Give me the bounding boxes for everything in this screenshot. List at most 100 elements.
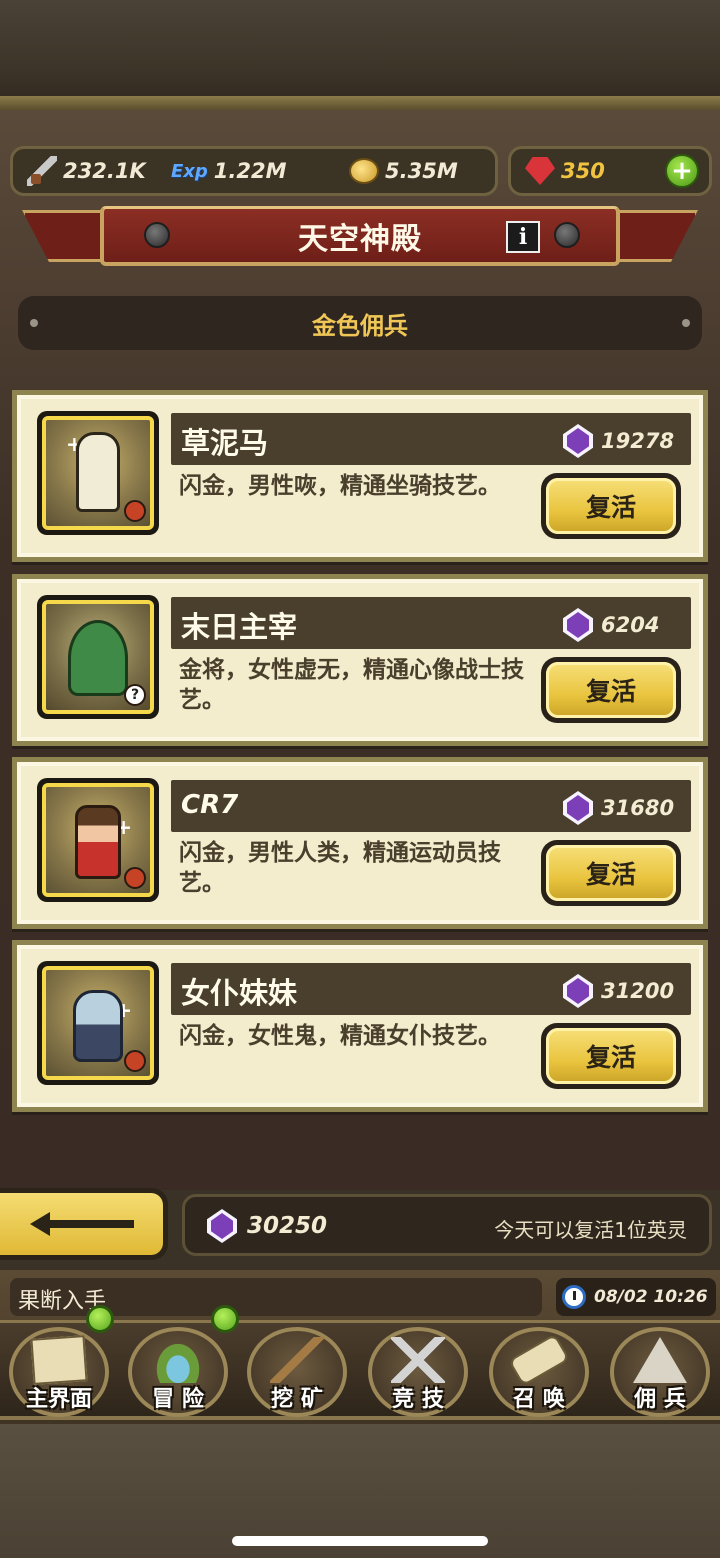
pickaxe-icon — [270, 1337, 324, 1383]
hero-avatar[interactable]: + — [37, 778, 159, 902]
cost-value: 31680 — [601, 796, 675, 820]
section-header: 金色佣兵 — [18, 296, 702, 350]
revive-button[interactable]: 复活 — [541, 1023, 681, 1089]
gold-value: 5.35M — [385, 159, 458, 183]
notification-dot — [86, 1305, 114, 1333]
gem-icon — [207, 1209, 237, 1243]
class-badge-icon — [124, 500, 146, 522]
section-title: 金色佣兵 — [312, 311, 408, 340]
nav-summon[interactable]: 召 唤 — [482, 1327, 596, 1417]
gem-balance-bar: 30250 今天可以复活1位英灵 — [182, 1194, 712, 1256]
dot-icon — [30, 319, 38, 327]
cost-value: 19278 — [601, 429, 675, 453]
revive-cost: 19278 — [563, 424, 681, 458]
nav-arena[interactable]: 竞 技 — [361, 1327, 475, 1417]
map-icon — [30, 1335, 88, 1385]
map-background — [0, 0, 720, 110]
gem-balance: 30250 — [207, 1209, 327, 1243]
nav-home[interactable]: 主界面 — [2, 1305, 116, 1417]
hero-avatar[interactable]: + — [37, 411, 159, 535]
revive-cost: 31200 — [563, 974, 681, 1008]
hero-name: 女仆妹妹 — [181, 976, 298, 1010]
exp-stat: Exp 1.22M — [171, 159, 287, 183]
cost-value: 6204 — [601, 613, 660, 637]
sword-icon — [27, 156, 57, 186]
revive-button-label: 复活 — [546, 845, 676, 901]
info-button[interactable]: i — [506, 221, 540, 253]
hero-card: + 女仆妹妹 31200 闪金，女性鬼，精通女仆技艺。 复活 — [12, 940, 708, 1112]
hero-description: 闪金，男性咴，精通坐骑技艺。 — [179, 473, 501, 499]
nav-label: 冒 险 — [152, 1387, 204, 1412]
revive-cost: 6204 — [563, 608, 681, 642]
clock-time: 08/02 10:26 — [594, 1287, 708, 1307]
cost-value: 31200 — [601, 979, 675, 1003]
revive-button-label: 复活 — [546, 478, 676, 534]
hero-card: ? 末日主宰 6204 金将，女性虚无，精通心像战士技艺。 复活 — [12, 574, 708, 746]
gem-icon — [563, 608, 593, 642]
exp-value: 1.22M — [213, 159, 287, 183]
maid-portrait — [73, 990, 123, 1062]
hero-name-bar: 草泥马 19278 — [171, 413, 691, 465]
cr7-portrait — [75, 805, 121, 879]
bolt-icon — [144, 222, 170, 248]
hero-avatar[interactable]: + — [37, 961, 159, 1085]
daily-revive-note: 今天可以复活1位英灵 — [494, 1218, 687, 1242]
gem-icon — [563, 791, 593, 825]
power-value: 232.1K — [63, 159, 146, 183]
clock: 08/02 10:26 — [556, 1278, 716, 1316]
resource-bar: 232.1K Exp 1.22M 5.35M — [10, 146, 498, 196]
gem-balance-value: 30250 — [247, 1213, 328, 1239]
hero-avatar[interactable]: ? — [37, 595, 159, 719]
gold-stat: 5.35M — [349, 158, 458, 184]
nav-mining[interactable]: 挖 矿 — [240, 1327, 354, 1417]
gem-icon — [563, 974, 593, 1008]
alpaca-portrait — [76, 432, 120, 512]
doom-lord-portrait — [68, 620, 128, 696]
exp-icon: Exp — [171, 160, 208, 182]
home-indicator[interactable] — [232, 1536, 488, 1546]
notification-dot — [211, 1305, 239, 1333]
nav-label: 佣 兵 — [634, 1387, 686, 1412]
ruby-stat: 350 — [525, 157, 605, 185]
class-badge-icon — [124, 1050, 146, 1072]
class-badge-icon — [124, 867, 146, 889]
revive-button[interactable]: 复活 — [541, 473, 681, 539]
revive-button[interactable]: 复活 — [541, 840, 681, 906]
hero-name-bar: 女仆妹妹 31200 — [171, 963, 691, 1015]
nav-label: 主界面 — [25, 1387, 92, 1412]
nav-mercenary[interactable]: 佣 兵 — [603, 1327, 717, 1417]
hero-description: 闪金，男性人类，精通运动员技艺。 — [179, 840, 501, 896]
ruby-bar: 350 + — [508, 146, 712, 196]
clock-icon — [562, 1285, 586, 1309]
unknown-badge-icon: ? — [124, 684, 146, 706]
nav-adventure[interactable]: 冒 险 — [121, 1305, 239, 1417]
dot-icon — [682, 319, 690, 327]
revive-cost: 31680 — [563, 791, 681, 825]
gem-icon — [563, 424, 593, 458]
hero-name: 末日主宰 — [181, 610, 298, 644]
hero-description: 金将，女性虚无，精通心像战士技艺。 — [179, 657, 524, 713]
add-rubies-button[interactable]: + — [665, 154, 699, 188]
ruby-value: 350 — [561, 159, 605, 183]
island-icon — [151, 1337, 205, 1383]
coin-icon — [349, 158, 379, 184]
hero-card: + 草泥马 19278 闪金，男性咴，精通坐骑技艺。 复活 — [12, 390, 708, 562]
page-title: 天空神殿 — [298, 221, 422, 257]
revive-button[interactable]: 复活 — [541, 657, 681, 723]
back-button[interactable] — [0, 1188, 168, 1260]
nav-label: 挖 矿 — [271, 1387, 323, 1412]
hero-name-bar: 末日主宰 6204 — [171, 597, 691, 649]
hero-name-bar: CR7 31680 — [171, 780, 691, 832]
hero-name: CR7 — [181, 790, 239, 820]
arrow-left-icon — [29, 1212, 134, 1236]
hero-description: 闪金，女性鬼，精通女仆技艺。 — [179, 1023, 501, 1049]
nav-label: 召 唤 — [513, 1387, 565, 1412]
ruby-icon — [525, 157, 555, 185]
bottom-nav: 主界面 冒 险 挖 矿 竞 技 召 唤 佣 兵 — [0, 1305, 720, 1420]
revive-button-label: 复活 — [546, 662, 676, 718]
hero-card: + CR7 31680 闪金，男性人类，精通运动员技艺。 复活 — [12, 757, 708, 929]
crossed-swords-icon — [391, 1337, 445, 1383]
power-stat: 232.1K — [27, 156, 146, 186]
hero-name: 草泥马 — [181, 426, 269, 460]
revive-button-label: 复活 — [546, 1028, 676, 1084]
